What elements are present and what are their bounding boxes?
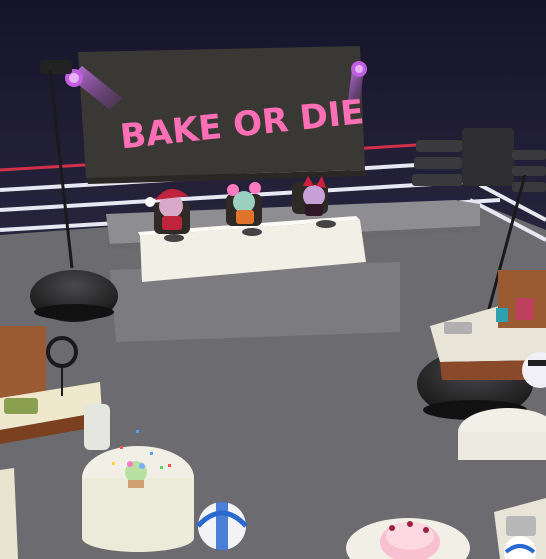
cupcake-item[interactable] — [125, 461, 147, 488]
game-viewport[interactable]: BAKE OR DIE — [0, 0, 546, 559]
player-avatar[interactable] — [196, 502, 248, 550]
round-table-right — [458, 408, 546, 460]
